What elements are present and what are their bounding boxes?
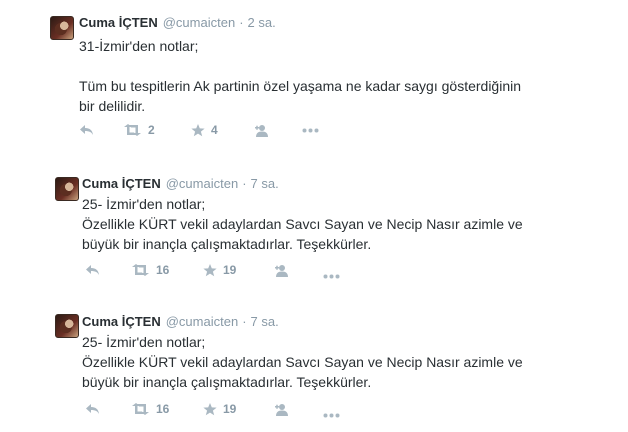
tweet-text: 25- İzmir'den notlar; Özellikle KÜRT vek…	[82, 196, 523, 252]
author-handle[interactable]: @cumaicten	[166, 176, 238, 191]
retweet-count: 2	[148, 123, 155, 137]
follow-icon	[255, 124, 268, 137]
more-button[interactable]	[323, 267, 340, 285]
follow-icon	[275, 403, 288, 416]
like-button[interactable]: 4	[191, 121, 218, 139]
retweet-icon	[124, 124, 141, 136]
tweet-actions: 2 4	[79, 121, 339, 139]
like-count: 19	[223, 263, 237, 277]
reply-icon	[86, 265, 99, 275]
reply-button[interactable]	[85, 261, 100, 279]
tweet-time[interactable]: 2 sa.	[248, 15, 276, 30]
like-button[interactable]: 19	[203, 261, 236, 279]
more-button[interactable]	[302, 121, 319, 139]
more-button[interactable]	[323, 406, 340, 424]
tweet-header: Cuma İÇTEN @cumaicten · 7 sa.	[82, 176, 279, 192]
reply-button[interactable]	[79, 121, 94, 139]
like-button[interactable]: 19	[203, 400, 236, 418]
tweet: Cuma İÇTEN @cumaicten · 7 sa. 25- İzmir'den…	[0, 300, 628, 432]
retweet-count: 16	[156, 402, 170, 416]
follow-button[interactable]	[274, 261, 291, 279]
tweet-time[interactable]: 7 sa.	[251, 176, 279, 191]
like-count: 19	[223, 402, 237, 416]
tweet-header: Cuma İÇTEN @cumaicten · 7 sa.	[82, 314, 279, 330]
tweet-time[interactable]: 7 sa.	[251, 314, 279, 329]
tweet-text: 31-İzmir'den notlar; Tüm bu tespitlerin …	[79, 38, 522, 114]
star-icon	[203, 263, 217, 276]
follow-button[interactable]	[254, 121, 271, 139]
follow-icon	[275, 264, 288, 277]
author-name[interactable]: Cuma İÇTEN	[82, 314, 161, 329]
star-icon	[203, 402, 217, 415]
separator-dot: ·	[242, 314, 247, 329]
more-icon	[302, 128, 319, 132]
follow-button[interactable]	[274, 400, 291, 418]
reply-button[interactable]	[85, 400, 100, 418]
author-name[interactable]: Cuma İÇTEN	[82, 176, 161, 191]
like-count: 4	[211, 123, 218, 137]
retweet-button[interactable]: 16	[131, 400, 169, 418]
tweet: Cuma İÇTEN @cumaicten · 7 sa. 25- İzmir'den…	[0, 160, 628, 290]
tweet-actions: 16 19	[85, 261, 345, 279]
author-handle[interactable]: @cumaicten	[166, 314, 238, 329]
separator-dot: ·	[242, 176, 247, 191]
star-icon	[191, 123, 205, 136]
retweet-button[interactable]: 2	[123, 121, 155, 139]
retweet-icon	[132, 403, 149, 415]
separator-dot: ·	[239, 15, 244, 30]
retweet-button[interactable]: 16	[131, 261, 169, 279]
author-handle[interactable]: @cumaicten	[163, 15, 235, 30]
author-name[interactable]: Cuma İÇTEN	[79, 15, 158, 30]
retweet-icon	[132, 264, 149, 276]
reply-icon	[80, 125, 93, 135]
avatar[interactable]	[50, 16, 74, 40]
reply-icon	[86, 404, 99, 414]
tweet-actions: 16 19	[85, 400, 345, 418]
tweet-text: 25- İzmir'den notlar; Özellikle KÜRT vek…	[82, 334, 523, 390]
avatar[interactable]	[55, 177, 79, 201]
tweet-header: Cuma İÇTEN @cumaicten · 2 sa.	[79, 15, 276, 31]
more-icon	[323, 413, 340, 417]
retweet-count: 16	[156, 263, 170, 277]
more-icon	[323, 274, 340, 278]
tweet: Cuma İÇTEN @cumaicten · 2 sa. 31-İzmir'den …	[0, 0, 628, 150]
avatar[interactable]	[55, 314, 79, 338]
